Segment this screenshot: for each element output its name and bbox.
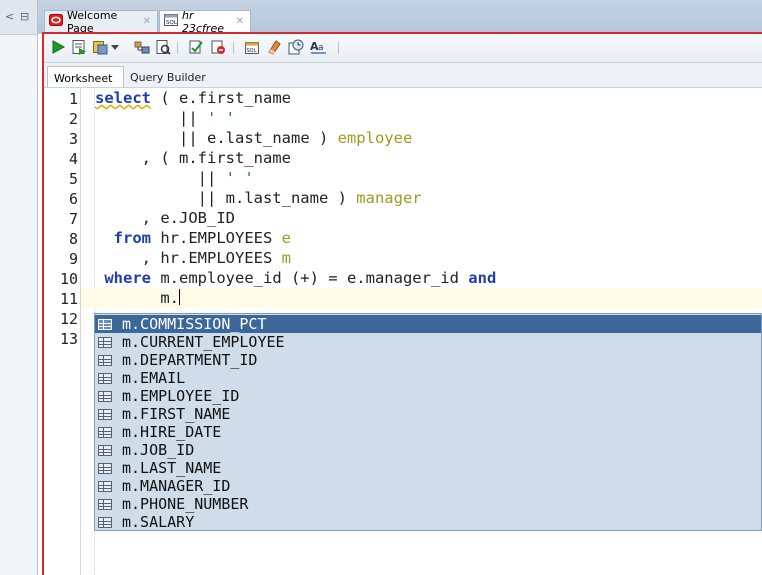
code-line-1: select ( e.first_name [95, 89, 291, 107]
completion-item[interactable]: m.CURRENT_EMPLOYEE [95, 333, 761, 351]
line-number: 9 [68, 250, 78, 268]
code-line-2: || ' ' [179, 109, 235, 127]
close-icon[interactable]: ✕ [143, 16, 151, 27]
dropdown-icon[interactable] [110, 39, 120, 55]
completion-item[interactable]: m.EMAIL [95, 369, 761, 387]
column-icon [98, 408, 112, 420]
completion-item[interactable]: m.DEPARTMENT_ID [95, 351, 761, 369]
column-icon [98, 444, 112, 456]
tab-welcome-page[interactable]: Welcome Page ✕ [44, 8, 158, 35]
code-line-9: , hr.EMPLOYEES m [95, 249, 291, 267]
minimize-icon[interactable]: ⊟ [20, 11, 29, 22]
format-icon[interactable]: Aa [310, 39, 328, 55]
completion-item[interactable]: m.COMMISSION_PCT [95, 315, 761, 333]
code-line-7: , e.JOB_ID [95, 209, 235, 227]
completion-item[interactable]: m.FIRST_NAME [95, 405, 761, 423]
code-completion-popup[interactable]: m.COMMISSION_PCT m.CURRENT_EMPLOYEE m.DE… [94, 313, 762, 531]
completion-item[interactable]: m.HIRE_DATE [95, 423, 761, 441]
tab-label: hr 23cfree [182, 8, 224, 35]
column-icon [98, 390, 112, 402]
line-number: 6 [68, 190, 78, 208]
commit-icon[interactable] [188, 39, 204, 55]
text-caret [179, 289, 180, 305]
close-icon[interactable]: ✕ [236, 16, 244, 27]
clear-icon[interactable] [266, 39, 282, 55]
line-number: 10 [59, 270, 78, 288]
rollback-icon[interactable] [210, 39, 226, 55]
tab-label: Welcome Page [67, 8, 118, 35]
line-number: 3 [68, 130, 78, 148]
left-panel-header: < ⊟ [0, 0, 37, 35]
editor-tab-strip: Welcome Page ✕ SQL hr 23cfree ✕ [38, 0, 762, 35]
worksheet-subtabs: Worksheet Query Builder [44, 63, 762, 88]
completion-item[interactable]: m.PHONE_NUMBER [95, 495, 761, 513]
code-line-8: from hr.EMPLOYEES e [95, 229, 291, 247]
autotrace-icon[interactable] [92, 39, 108, 55]
svg-text:SQL: SQL [247, 48, 257, 54]
tab-query-builder[interactable]: Query Builder [124, 66, 212, 87]
svg-text:SQL: SQL [166, 20, 178, 26]
run-statement-icon[interactable] [50, 39, 66, 55]
line-number: 12 [59, 310, 78, 328]
sql-history-icon[interactable] [288, 39, 304, 55]
column-icon [98, 498, 112, 510]
column-icon [98, 462, 112, 474]
sql-worksheet-icon: SQL [164, 13, 178, 30]
code-line-10: where m.employee_id (+) = e.manager_id a… [95, 269, 497, 287]
toolbar-separator [338, 42, 339, 54]
collapse-left-icon[interactable]: < [5, 11, 14, 22]
oracle-icon [49, 14, 63, 29]
column-icon [98, 336, 112, 348]
line-number: 11 [59, 290, 78, 308]
code-line-3: || e.last_name ) employee [179, 129, 413, 147]
completion-item[interactable]: m.SALARY [95, 513, 761, 531]
line-number: 13 [59, 330, 78, 348]
line-number-gutter: 1 2 3 4 5 6 7 8 9 10 11 12 13 [44, 88, 81, 575]
line-number: 8 [68, 230, 78, 248]
unshared-sql-icon[interactable]: SQL [244, 39, 260, 55]
code-line-5: || ' ' [197, 169, 254, 187]
column-icon [98, 372, 112, 384]
tab-worksheet[interactable]: Worksheet [47, 66, 124, 87]
toolbar-separator [233, 42, 234, 54]
line-number: 4 [68, 150, 78, 168]
code-line-6: || m.last_name ) manager [197, 189, 422, 207]
completion-item[interactable]: m.MANAGER_ID [95, 477, 761, 495]
line-number: 5 [68, 170, 78, 188]
worksheet-toolbar: SQL Aa [44, 34, 762, 63]
completion-item[interactable]: m.EMPLOYEE_ID [95, 387, 761, 405]
sql-tuning-icon[interactable] [155, 39, 171, 55]
column-icon [98, 480, 112, 492]
code-line-4: , ( m.first_name [95, 149, 291, 167]
code-line-11: m. [95, 289, 180, 307]
column-icon [98, 426, 112, 438]
run-script-icon[interactable] [71, 39, 87, 55]
tab-hr-23cfree[interactable]: SQL hr 23cfree ✕ [159, 8, 251, 35]
line-number: 2 [68, 110, 78, 128]
left-panel: < ⊟ [0, 0, 38, 575]
line-number: 7 [68, 210, 78, 228]
completion-item[interactable]: m.JOB_ID [95, 441, 761, 459]
current-line-highlight [81, 288, 762, 308]
completion-item[interactable]: m.LAST_NAME [95, 459, 761, 477]
toolbar-separator [177, 42, 178, 54]
column-icon [98, 318, 112, 330]
column-icon [98, 516, 112, 528]
svg-text:a: a [318, 43, 324, 53]
column-icon [98, 354, 112, 366]
line-number: 1 [68, 90, 78, 108]
explain-plan-icon[interactable] [134, 39, 150, 55]
